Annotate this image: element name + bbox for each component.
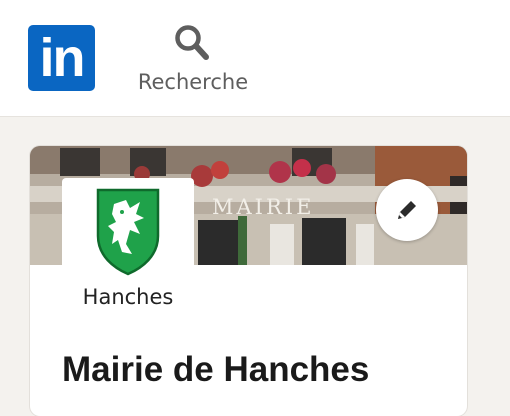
profile-card: MAIRIE Hanches Mairie de Hanches bbox=[30, 146, 467, 416]
coat-of-arms-icon bbox=[96, 188, 160, 276]
nav-search-label: Recherche bbox=[137, 70, 249, 94]
organization-logo[interactable]: Hanches bbox=[62, 178, 194, 310]
pencil-icon bbox=[398, 201, 416, 219]
nav-search-button[interactable]: Recherche bbox=[133, 22, 253, 102]
top-navigation-bar: in Recherche bbox=[0, 0, 510, 117]
organization-logo-caption: Hanches bbox=[82, 285, 174, 309]
edit-cover-button[interactable] bbox=[376, 179, 438, 241]
search-icon bbox=[175, 25, 209, 60]
cover-sign-text: MAIRIE bbox=[212, 195, 314, 219]
page-title: Mairie de Hanches bbox=[62, 350, 370, 389]
linkedin-logo[interactable]: in bbox=[28, 25, 95, 91]
linkedin-logo-text: in bbox=[39, 28, 86, 88]
